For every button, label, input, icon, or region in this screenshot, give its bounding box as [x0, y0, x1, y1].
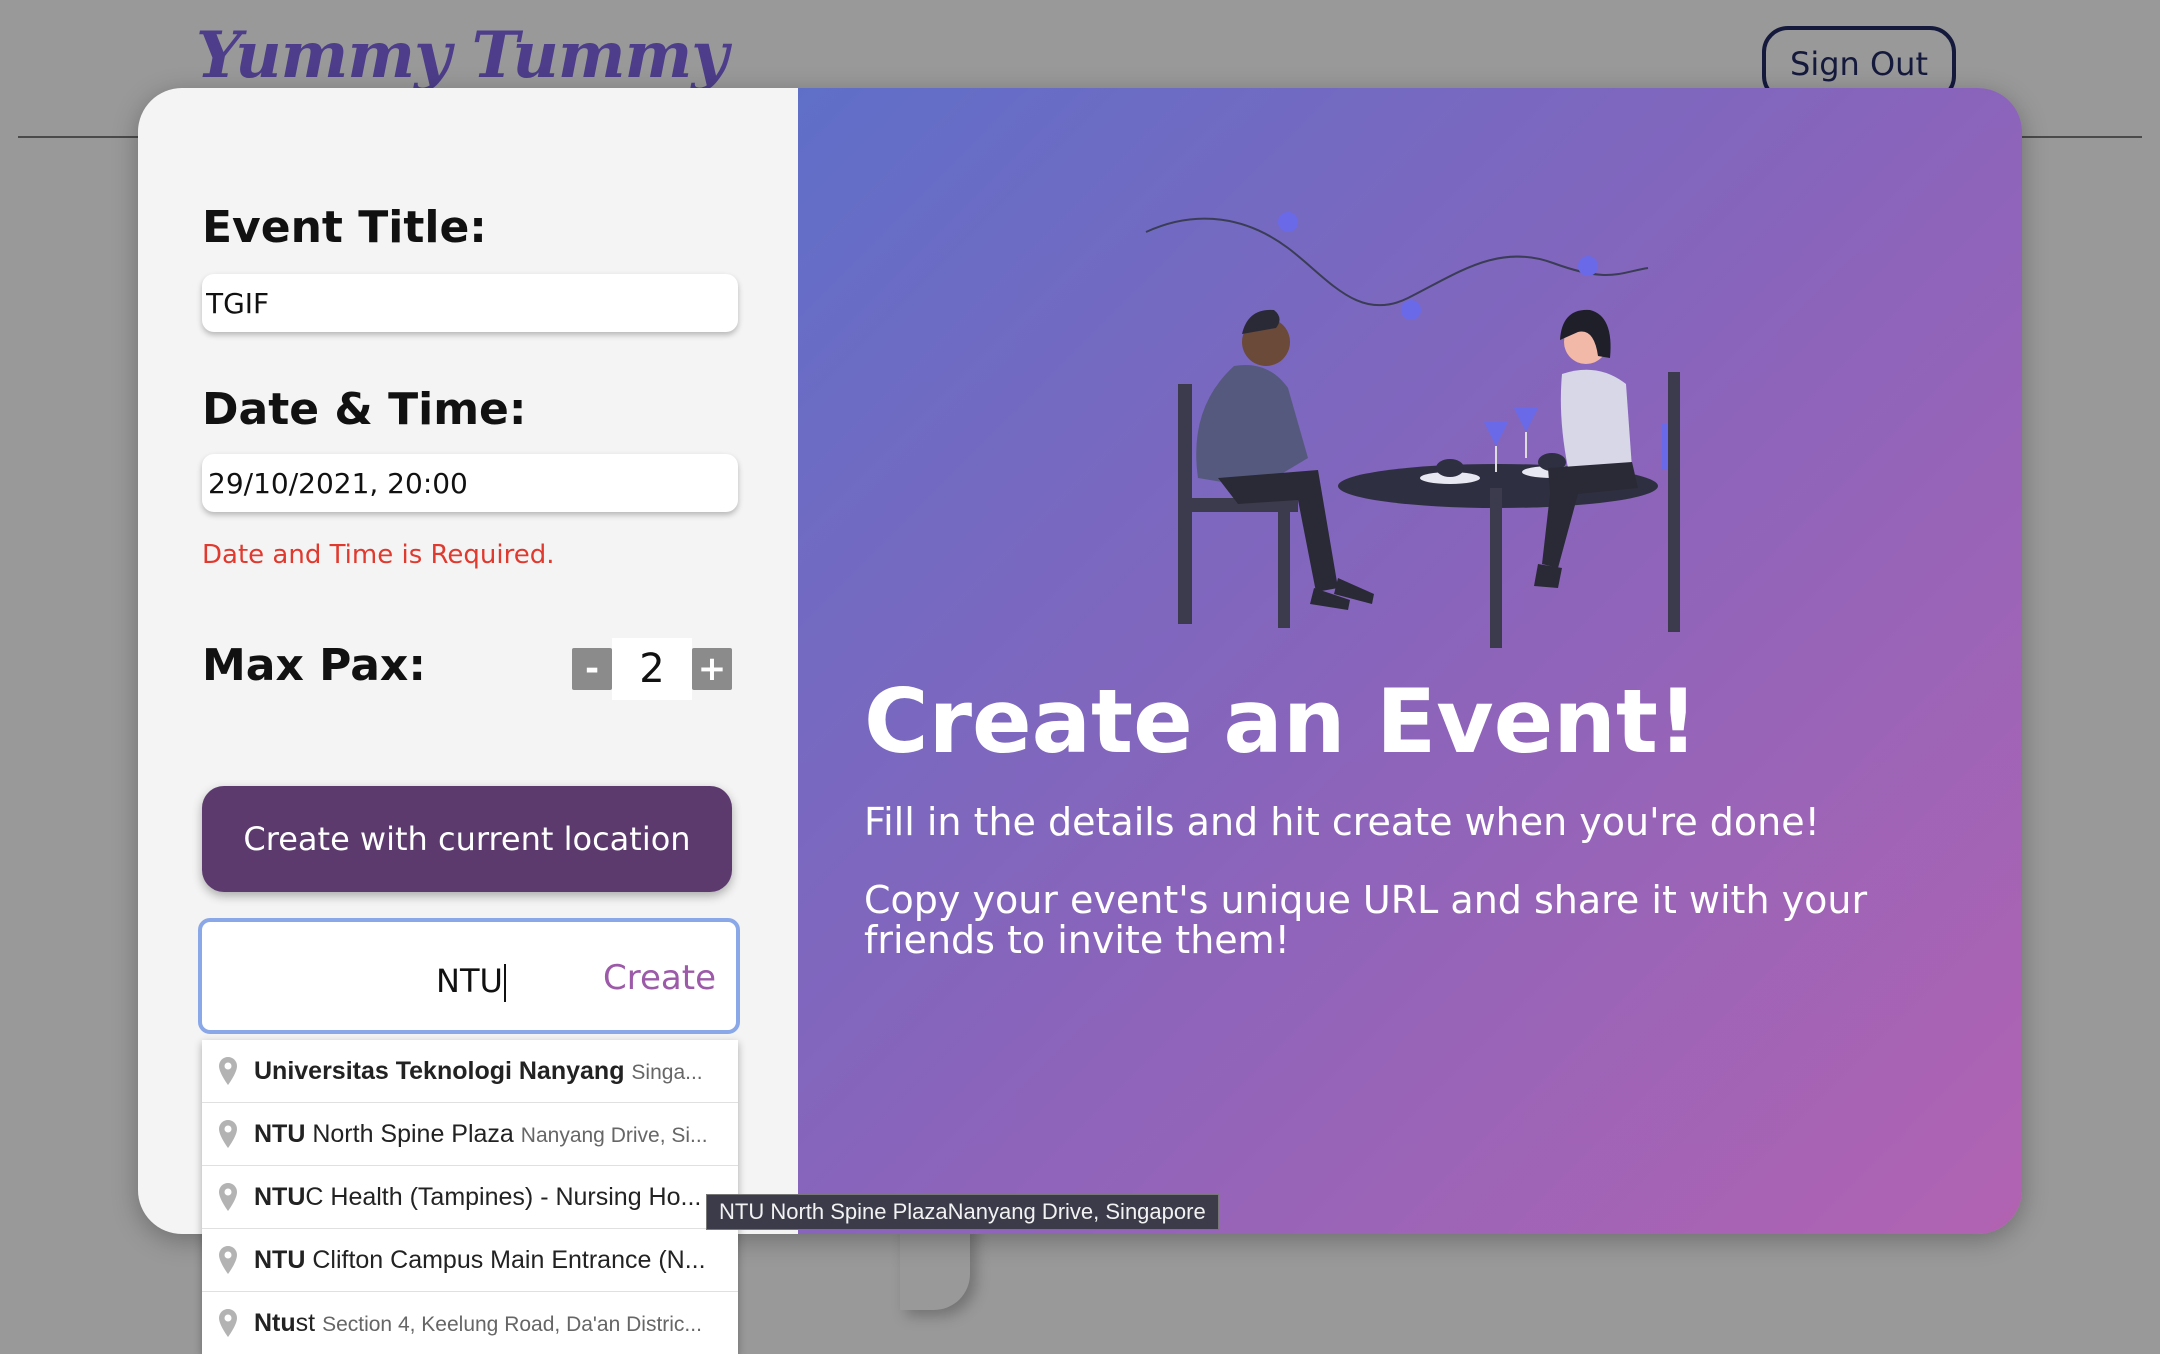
suggestion-item[interactable]: Universitas Teknologi Nanyang Singa... — [202, 1040, 738, 1102]
hero-panel: Create an Event! Fill in the details and… — [798, 88, 2022, 1234]
brand-logo[interactable]: Yummy Tummy — [196, 18, 728, 93]
suggestion-item[interactable]: NTU Clifton Campus Main Entrance (N... — [202, 1228, 738, 1291]
location-search-text: NTU — [436, 962, 506, 1002]
location-search-input[interactable]: NTU Create — [198, 918, 740, 1034]
suggestion-item[interactable]: NTU North Spine Plaza Nanyang Drive, Si.… — [202, 1102, 738, 1165]
dinner-illustration — [1145, 212, 1680, 648]
max-pax-label: Max Pax: — [202, 640, 426, 691]
hero-title: Create an Event! — [864, 670, 1699, 773]
date-time-input[interactable] — [202, 454, 738, 512]
suggestion-item[interactable]: Ntust Section 4, Keelung Road, Da'an Dis… — [202, 1291, 738, 1354]
suggestion-item[interactable]: NTUC Health (Tampines) - Nursing Ho... — [202, 1165, 738, 1228]
hero-line-1: Fill in the details and hit create when … — [864, 800, 1820, 844]
hero-line-2: Copy your event's unique URL and share i… — [864, 878, 1868, 962]
decrement-button[interactable]: - — [572, 648, 612, 690]
map-pin-icon — [202, 1057, 254, 1085]
date-time-error: Date and Time is Required. — [202, 540, 555, 570]
text-caret — [503, 964, 506, 1002]
suggestion-tooltip: NTU North Spine PlazaNanyang Drive, Sing… — [706, 1194, 1219, 1230]
map-pin-icon — [202, 1246, 254, 1274]
map-pin-icon — [202, 1183, 254, 1211]
event-title-input[interactable] — [202, 274, 738, 332]
create-with-current-location-button[interactable]: Create with current location — [202, 786, 732, 892]
search-create-button[interactable]: Create — [603, 958, 716, 998]
map-pin-icon — [202, 1120, 254, 1148]
max-pax-value[interactable]: 2 — [612, 638, 692, 700]
map-pin-icon — [202, 1309, 254, 1337]
event-title-label: Event Title: — [202, 202, 487, 253]
date-time-label: Date & Time: — [202, 384, 527, 435]
location-suggestions: Universitas Teknologi Nanyang Singa... N… — [202, 1040, 738, 1354]
max-pax-stepper: - 2 + — [572, 638, 732, 700]
increment-button[interactable]: + — [692, 648, 732, 690]
